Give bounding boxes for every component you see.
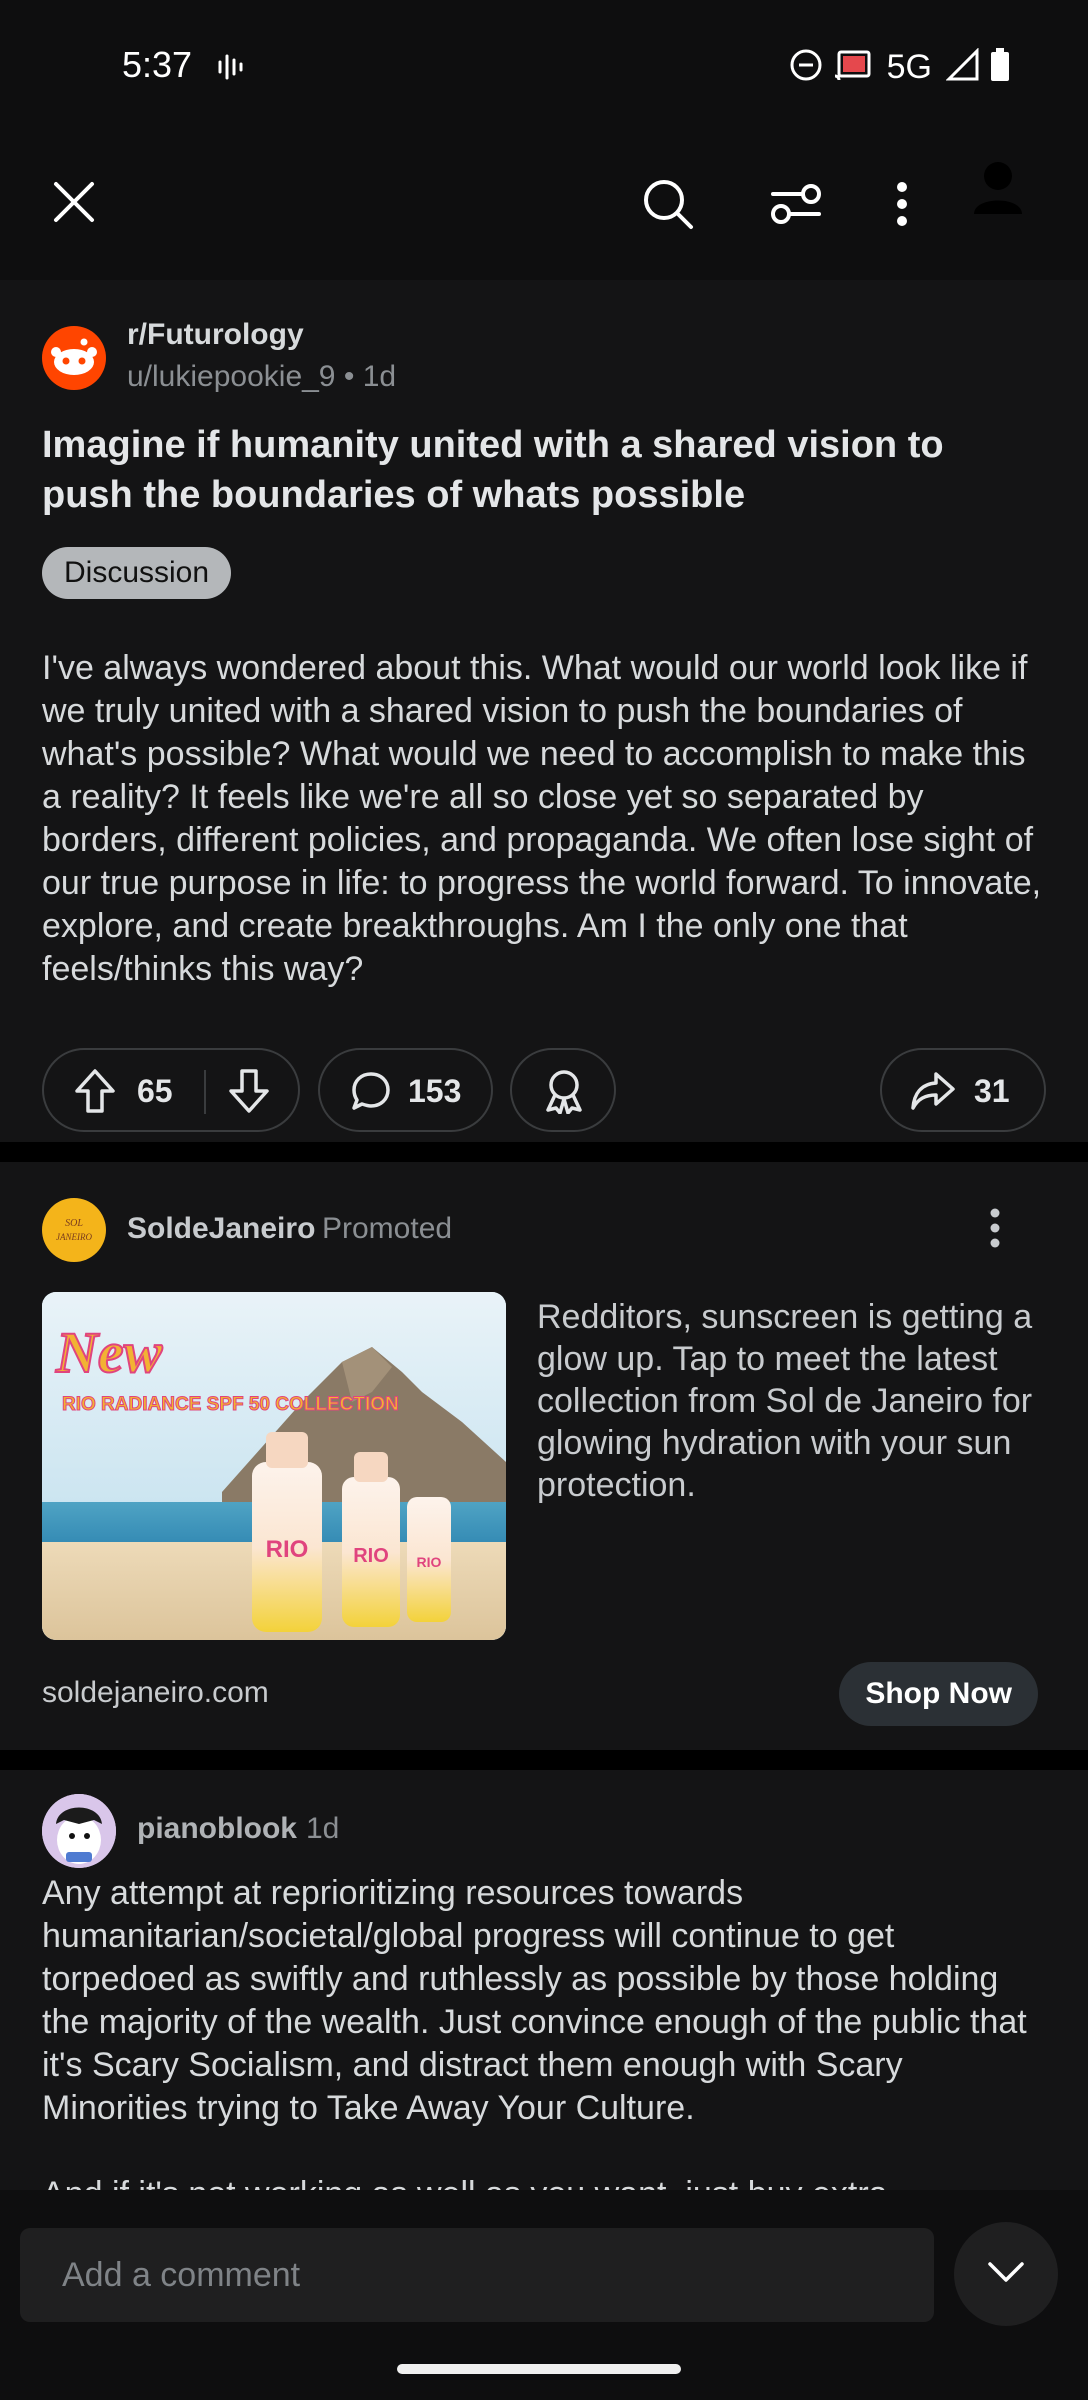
ad-domain[interactable]: soldejaneiro.com <box>42 1676 269 1710</box>
meta-separator: • <box>343 360 363 393</box>
post-body: I've always wondered about this. What wo… <box>42 649 1042 988</box>
sound-wave-icon <box>217 52 245 87</box>
chevron-down-icon <box>986 2260 1026 2289</box>
post-flair[interactable]: Discussion <box>42 547 232 599</box>
comment-count: 153 <box>408 1073 462 1109</box>
shop-now-button[interactable]: Shop Now <box>839 1662 1038 1726</box>
comment-paragraph: Any attempt at reprioritizing resources … <box>42 1874 1027 2127</box>
ad-text[interactable]: Redditors, sunscreen is getting a glow u… <box>537 1296 1047 1506</box>
post-age: 1d <box>362 360 397 393</box>
share-count: 31 <box>974 1073 1010 1109</box>
ad-image[interactable]: RIO RIO RIO New RIO RADIANCE SPF 50 COLL… <box>42 1292 506 1640</box>
advertiser-name[interactable]: SoldeJaneiro <box>127 1212 315 1246</box>
commenter-avatar[interactable] <box>42 1794 116 1868</box>
comment-age: 1d <box>306 1812 340 1845</box>
post-author[interactable]: u/lukiepookie_9 <box>127 360 336 393</box>
promoted-ad-card[interactable]: SOL JANEIRO SoldeJaneiro Promoted RIO RI… <box>0 1162 1088 1750</box>
upvote-icon[interactable] <box>74 1068 116 1119</box>
do-not-disturb-icon <box>789 48 823 87</box>
more-vertical-icon[interactable] <box>988 1208 1002 1253</box>
promoted-label: Promoted <box>322 1212 453 1245</box>
signal-icon <box>945 47 980 87</box>
downvote-icon[interactable] <box>228 1068 270 1119</box>
status-bar: 5:37 5G <box>0 0 1088 130</box>
svg-text:RIO: RIO <box>266 1536 309 1563</box>
ad-image-heading: New <box>55 1320 163 1385</box>
comments-button[interactable]: 153 <box>318 1048 493 1132</box>
svg-text:JANEIRO: JANEIRO <box>56 1232 92 1242</box>
post-actions: 65 153 31 <box>42 1048 1046 1132</box>
award-button[interactable] <box>510 1048 616 1132</box>
comment-card[interactable]: pianoblook 1d Any attempt at reprioritiz… <box>0 1770 1088 2190</box>
post-meta: u/lukiepookie_9 • 1d <box>127 360 396 394</box>
post-title: Imagine if humanity united with a shared… <box>42 424 944 516</box>
add-comment-input[interactable] <box>20 2228 934 2322</box>
close-icon[interactable] <box>44 172 104 232</box>
cast-icon <box>833 48 873 87</box>
section-divider <box>0 1750 1088 1770</box>
vote-divider <box>204 1070 206 1114</box>
network-type: 5G <box>886 48 932 86</box>
svg-text:RIO: RIO <box>417 1554 442 1570</box>
advertiser-avatar[interactable]: SOL JANEIRO <box>42 1198 106 1262</box>
share-icon <box>910 1070 956 1117</box>
svg-text:RIO: RIO <box>353 1545 389 1567</box>
top-toolbar <box>0 150 1088 260</box>
subreddit-avatar[interactable] <box>42 326 106 390</box>
vote-pill: 65 <box>42 1048 300 1132</box>
comment-bar <box>0 2200 1088 2330</box>
upvote-count: 65 <box>137 1073 173 1109</box>
section-divider <box>0 1142 1088 1162</box>
more-vertical-icon[interactable] <box>872 172 932 236</box>
collapse-button[interactable] <box>954 2222 1058 2326</box>
profile-icon[interactable] <box>966 156 1030 220</box>
svg-text:SOL: SOL <box>65 1218 83 1229</box>
share-button[interactable]: 31 <box>880 1048 1046 1132</box>
subreddit-name[interactable]: r/Futurology <box>127 318 304 352</box>
home-indicator[interactable] <box>397 2364 681 2374</box>
status-time: 5:37 <box>122 44 193 85</box>
search-icon[interactable] <box>636 172 700 236</box>
sort-filter-icon[interactable] <box>764 172 828 236</box>
comment-paragraph: And if it's not working as well as you w… <box>42 2173 1052 2190</box>
comment-body: Any attempt at reprioritizing resources … <box>42 1872 1052 2190</box>
status-icons: 5G <box>789 47 1010 87</box>
comment-author[interactable]: pianoblook <box>137 1812 297 1846</box>
screen: 5:37 5G r/Futurology u/lukiepookie_9 • 1… <box>0 0 1088 2400</box>
award-icon <box>542 1068 586 1119</box>
post-card[interactable]: r/Futurology u/lukiepookie_9 • 1d Imagin… <box>0 280 1088 1142</box>
battery-icon <box>990 48 1010 87</box>
ad-image-subheading: RIO RADIANCE SPF 50 COLLECTION <box>62 1394 399 1415</box>
comment-icon <box>350 1070 392 1117</box>
